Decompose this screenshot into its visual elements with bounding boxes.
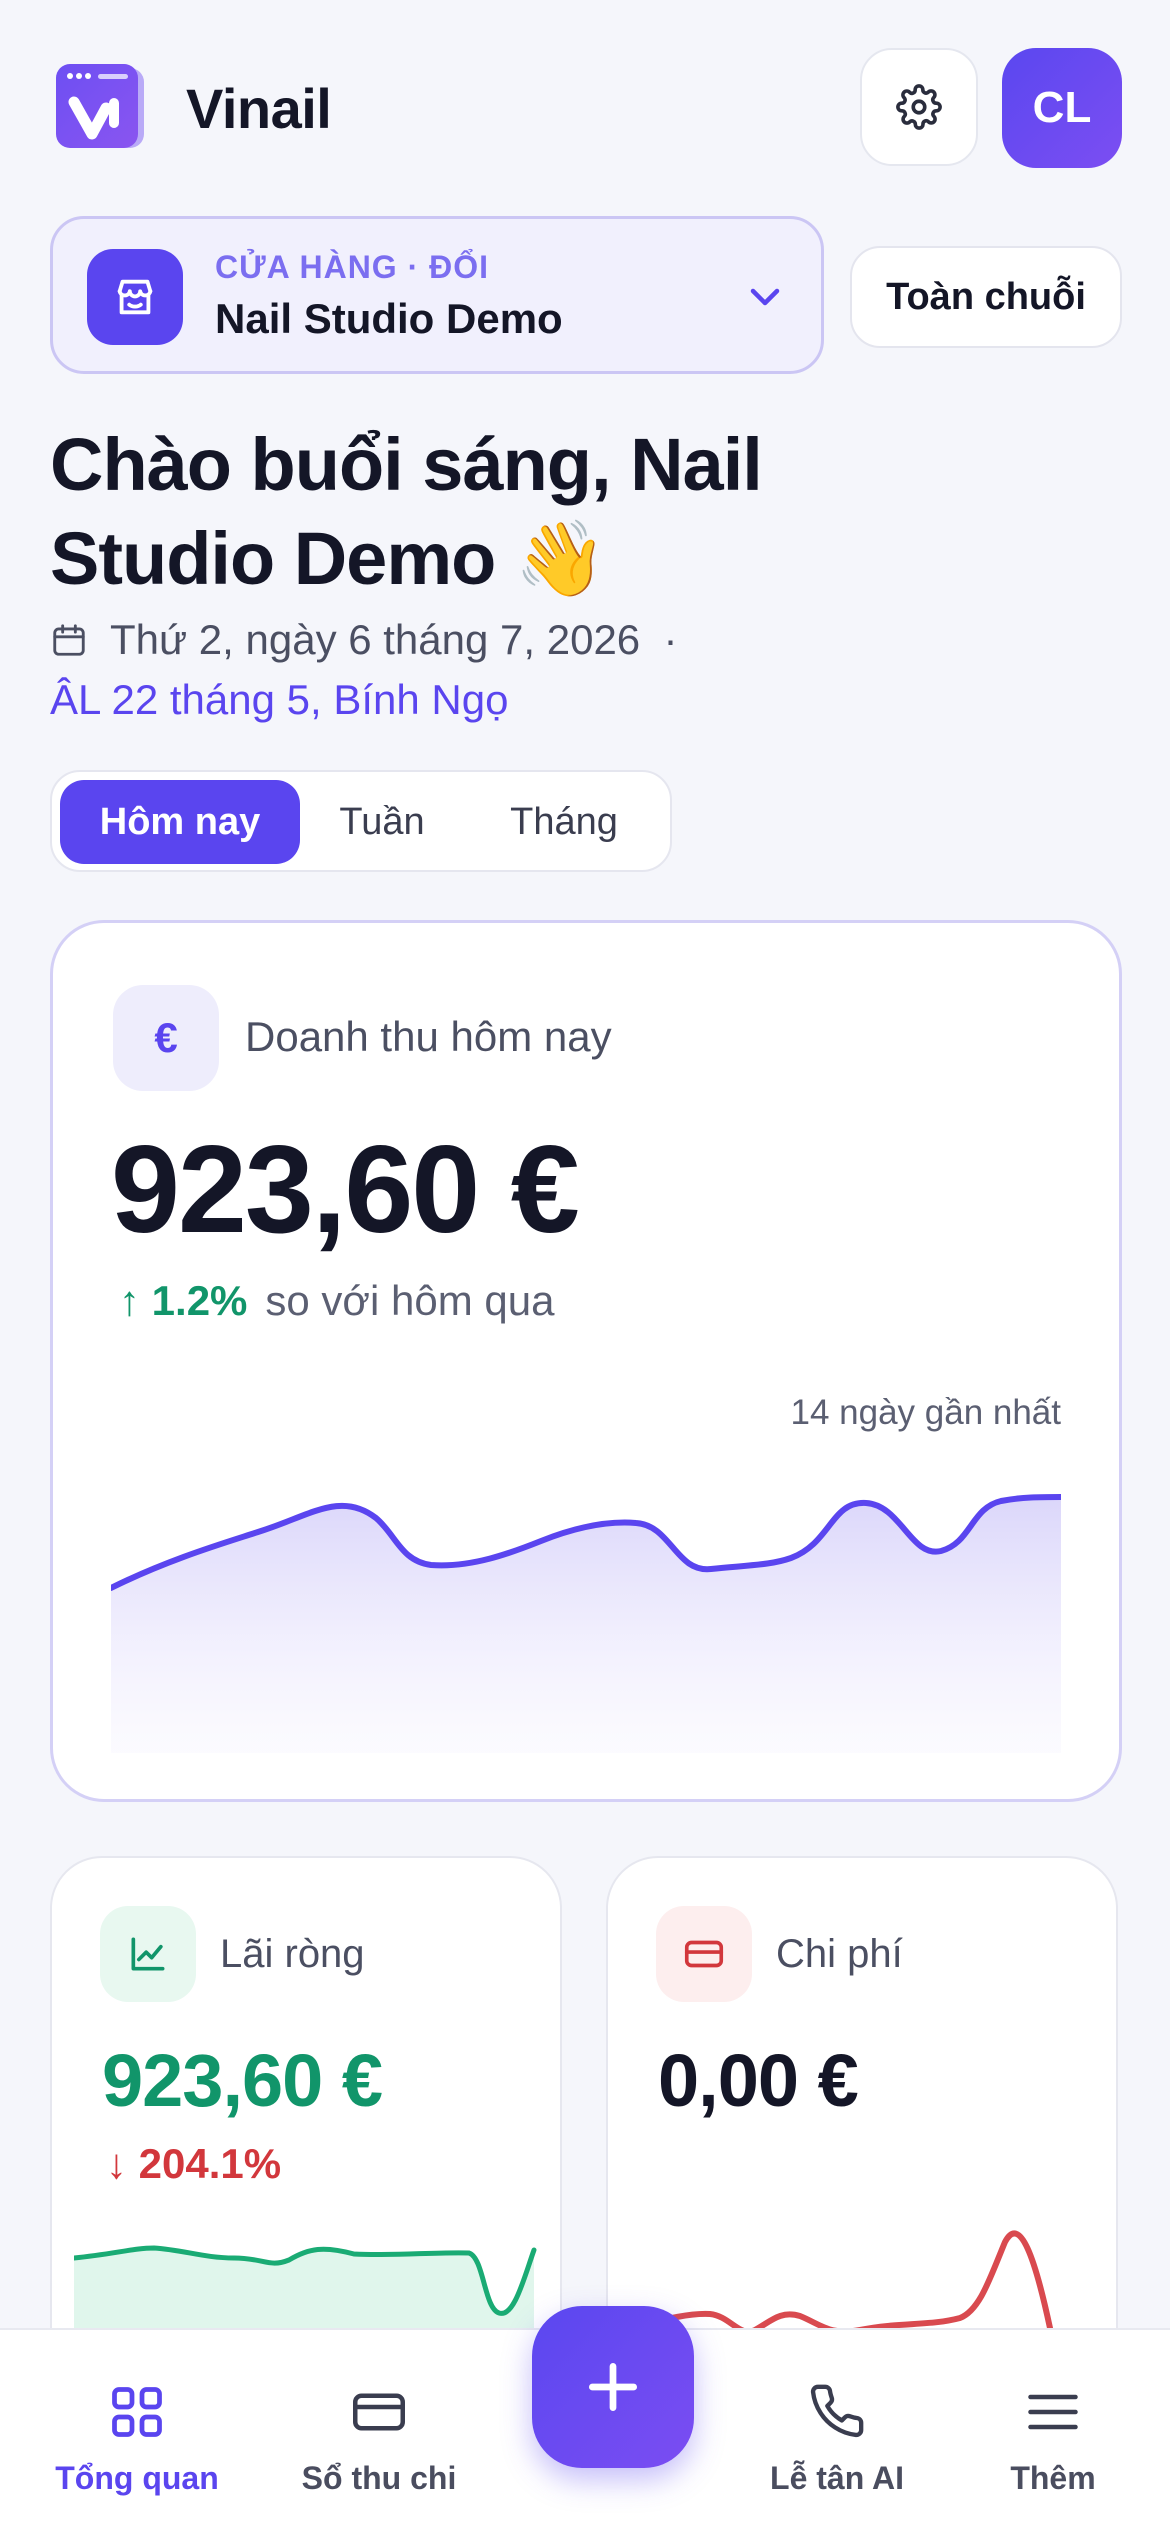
revenue-delta-row: ↑ 1.2% so với hôm qua [119,1277,554,1325]
period-selector: Hôm nay Tuần Tháng [50,770,672,872]
store-selector[interactable]: CỬA HÀNG · ĐỔI Nail Studio Demo [50,216,824,374]
date-row: Thứ 2, ngày 6 tháng 7, 2026 · [50,616,678,664]
credit-card-icon [656,1906,752,2002]
all-chain-button[interactable]: Toàn chuỗi [850,246,1122,348]
revenue-delta: ↑ 1.2% [119,1277,248,1324]
store-icon [87,249,183,345]
app-name: Vinail [186,77,332,140]
period-week-tab[interactable]: Tuần [314,780,450,864]
add-button[interactable] [532,2306,694,2468]
plus-icon [588,2362,638,2412]
nav-more-label: Thêm [1010,2460,1096,2496]
user-avatar[interactable]: CL [1002,48,1122,168]
wallet-icon [353,2393,405,2431]
revenue-sparkline [111,1494,1061,1753]
expense-value: 0,00 € [658,2039,859,2122]
period-today-tab[interactable]: Hôm nay [60,780,300,864]
revenue-card[interactable]: € Doanh thu hôm nay 923,60 € ↑ 1.2% so v… [50,920,1122,1802]
expense-sparkline [630,2230,1053,2335]
revenue-period-label: 14 ngày gần nhất [790,1393,1061,1432]
calendar-icon [53,624,85,656]
revenue-compare-text: so với hôm qua [265,1277,555,1324]
nav-ledger[interactable]: Sổ thu chi [264,2330,494,2532]
lunar-date: ÂL 22 tháng 5, Bính Ngọ [50,676,509,723]
nav-ai-reception[interactable]: Lễ tân AI [722,2330,952,2532]
grid-icon [112,2387,162,2437]
net-profit-sparkline [74,2245,537,2328]
settings-button[interactable] [860,48,978,166]
trend-chart-icon [100,1906,196,2002]
revenue-label: Doanh thu hôm nay [245,1013,612,1060]
net-profit-delta: ↓ 204.1% [106,2140,282,2187]
net-profit-value: 923,60 € [102,2039,383,2122]
net-profit-label: Lãi ròng [220,1932,365,1976]
nav-more[interactable]: Thêm [938,2330,1168,2532]
euro-icon: € [113,985,219,1091]
revenue-value: 923,60 € [111,1121,580,1259]
store-name: Nail Studio Demo [215,295,563,342]
gear-icon [896,84,942,130]
nav-ai-reception-label: Lễ tân AI [770,2460,904,2496]
chevron-down-icon [750,288,780,306]
nav-ledger-label: Sổ thu chi [301,2460,457,2496]
phone-icon [810,2384,864,2438]
period-month-tab[interactable]: Tháng [464,780,664,864]
expense-label: Chi phí [776,1932,903,1976]
nav-overview[interactable]: Tổng quan [22,2330,252,2532]
menu-icon [1028,2394,1078,2430]
store-kicker: CỬA HÀNG · ĐỔI [215,249,490,285]
date-text: Thứ 2, ngày 6 tháng 7, 2026 · [110,616,678,663]
app-logo [54,64,148,152]
greeting-title: Chào buổi sáng, Nail Studio Demo 👋 [50,423,763,600]
nav-overview-label: Tổng quan [55,2460,219,2496]
